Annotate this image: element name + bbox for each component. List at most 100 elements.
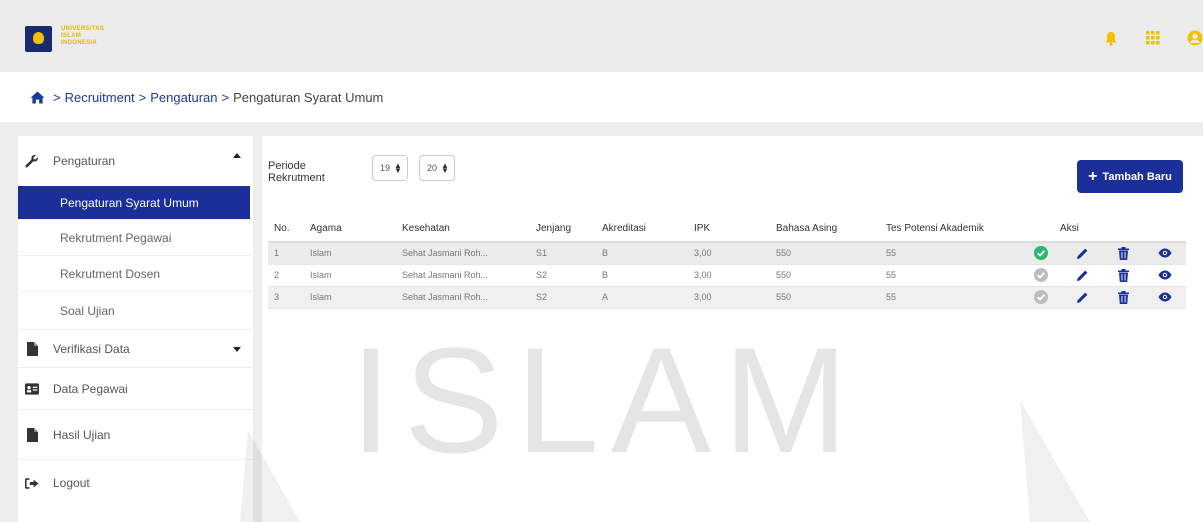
breadcrumb-separator: > <box>53 89 61 105</box>
view-eye-icon[interactable] <box>1158 246 1172 260</box>
breadcrumb-current: Pengaturan Syarat Umum <box>233 89 384 105</box>
sidebar-item-hasil-ujian[interactable]: Hasil Ujian <box>18 410 253 460</box>
cell-jenjang: S2 <box>530 264 596 287</box>
breadcrumb: > Recruitment > Pengaturan > Pengaturan … <box>0 72 1203 122</box>
cell-kesehatan: Sehat Jasmani Roh... <box>396 286 530 309</box>
user-icon[interactable] <box>1187 30 1203 46</box>
period-label-line: Rekrutment <box>268 172 325 184</box>
cell-tes-potensi: 55 <box>880 264 1020 287</box>
col-aksi: Aksi <box>1020 216 1186 243</box>
cell-jenjang: S1 <box>530 242 596 265</box>
delete-trash-icon[interactable] <box>1117 290 1131 304</box>
bell-icon[interactable] <box>1103 30 1119 46</box>
cell-bahasa-asing: 550 <box>770 286 880 309</box>
view-eye-icon[interactable] <box>1158 268 1172 282</box>
table-row: 3 Islam Sehat Jasmani Roh... S2 A 3,00 550 55 <box>268 286 1186 309</box>
cell-actions <box>1020 286 1186 309</box>
sidebar: Pengaturan Pengaturan Syarat Umum Rekrut… <box>18 136 253 522</box>
sidebar-item-data-pegawai[interactable]: Data Pegawai <box>18 368 253 410</box>
delete-trash-icon[interactable] <box>1117 268 1131 282</box>
col-agama: Agama <box>304 216 396 243</box>
col-no: No. <box>268 216 304 243</box>
logo-line: INDONESIA <box>61 40 98 46</box>
sidebar-item-label: Pengaturan <box>53 154 116 168</box>
sidebar-subitem-rekrutment-pegawai[interactable]: Rekrutment Pegawai <box>18 220 253 256</box>
cell-actions <box>1020 242 1186 265</box>
up-down-icon[interactable]: ▲ ▼ <box>441 162 449 175</box>
period-to-value: 20 <box>427 163 438 173</box>
sidebar-subitem-soal-ujian[interactable]: Soal Ujian <box>18 292 253 330</box>
col-kesehatan: Kesehatan <box>396 216 530 243</box>
cell-no: 3 <box>268 286 304 309</box>
top-header: UNIVERSITAS ISLAM INDONESIA <box>0 0 1203 72</box>
sidebar-item-pengaturan[interactable]: Pengaturan <box>18 136 253 186</box>
col-akreditasi: Akreditasi <box>596 216 688 243</box>
plus-icon: + <box>1088 167 1098 185</box>
sidebar-item-label: Logout <box>53 476 90 490</box>
cell-ipk: 3,00 <box>688 242 770 265</box>
status-check-icon[interactable] <box>1034 268 1048 282</box>
caret-up-icon[interactable] <box>233 153 241 158</box>
col-bahasa-asing: Bahasa Asing <box>770 216 880 243</box>
breadcrumb-separator: > <box>138 89 147 105</box>
edit-pencil-icon[interactable] <box>1075 290 1089 304</box>
sidebar-item-verifikasi-data[interactable]: Verifikasi Data <box>18 330 253 368</box>
wrench-icon <box>25 154 39 168</box>
cell-kesehatan: Sehat Jasmani Roh... <box>396 264 530 287</box>
header-icons <box>1077 30 1203 46</box>
cell-ipk: 3,00 <box>688 286 770 309</box>
period-from-stepper[interactable]: 19 ▲ ▼ <box>372 155 408 181</box>
sidebar-item-label: Verifikasi Data <box>53 341 130 356</box>
sidebar-item-logout[interactable]: Logout <box>18 460 253 506</box>
period-label: Periode Rekrutment <box>268 160 325 184</box>
cell-tes-potensi: 55 <box>880 286 1020 309</box>
university-logo[interactable]: UNIVERSITAS ISLAM INDONESIA <box>25 26 121 52</box>
sidebar-item-label: Hasil Ujian <box>53 427 111 442</box>
document-icon <box>25 341 39 356</box>
up-down-icon[interactable]: ▲ ▼ <box>394 162 402 175</box>
grid-icon[interactable] <box>1145 30 1161 46</box>
logo-emblem-icon <box>25 26 52 52</box>
logo-line: UNIVERSITAS <box>61 26 105 32</box>
logout-icon <box>25 476 39 490</box>
cell-akreditasi: B <box>596 242 688 265</box>
cell-jenjang: S2 <box>530 286 596 309</box>
edit-pencil-icon[interactable] <box>1075 268 1089 282</box>
status-check-icon[interactable] <box>1034 246 1048 261</box>
status-check-icon[interactable] <box>1034 290 1048 304</box>
breadcrumb-separator: > <box>221 89 230 105</box>
cell-ipk: 3,00 <box>688 264 770 287</box>
cell-actions <box>1020 264 1186 287</box>
logo-text: UNIVERSITAS ISLAM INDONESIA <box>61 26 121 47</box>
delete-trash-icon[interactable] <box>1117 246 1131 260</box>
home-icon[interactable] <box>30 91 45 104</box>
table-header-row: No. Agama Kesehatan Jenjang Akreditasi I… <box>268 216 1186 243</box>
breadcrumb-recruitment[interactable]: Recruitment <box>65 90 135 105</box>
cell-no: 1 <box>268 242 304 265</box>
cell-akreditasi: B <box>596 264 688 287</box>
sidebar-item-label: Data Pegawai <box>53 381 128 396</box>
sidebar-subitem-pengaturan-syarat-umum[interactable]: Pengaturan Syarat Umum <box>18 186 250 220</box>
edit-pencil-icon[interactable] <box>1075 246 1089 260</box>
main-panel: Periode Rekrutment 19 ▲ ▼ 20 ▲ ▼ + Tambah … <box>262 136 1203 522</box>
cell-no: 2 <box>268 264 304 287</box>
add-new-button[interactable]: + Tambah Baru <box>1077 160 1183 193</box>
add-new-label: Tambah Baru <box>1102 170 1172 183</box>
view-eye-icon[interactable] <box>1158 290 1172 304</box>
breadcrumb-pengaturan[interactable]: Pengaturan <box>150 90 217 105</box>
table-row: 1 Islam Sehat Jasmani Roh... S1 B 3,00 550 55 <box>268 242 1186 265</box>
cell-akreditasi: A <box>596 286 688 309</box>
cell-agama: Islam <box>304 264 396 287</box>
sidebar-subitem-rekrutment-dosen[interactable]: Rekrutment Dosen <box>18 256 253 292</box>
logo-line: ISLAM <box>61 33 82 39</box>
cell-tes-potensi: 55 <box>880 242 1020 265</box>
col-tes-potensi: Tes Potensi Akademik <box>880 216 1020 243</box>
col-jenjang: Jenjang <box>530 216 596 243</box>
id-card-icon <box>25 382 39 396</box>
cell-bahasa-asing: 550 <box>770 264 880 287</box>
col-ipk: IPK <box>688 216 770 243</box>
period-to-stepper[interactable]: 20 ▲ ▼ <box>419 155 455 181</box>
cell-kesehatan: Sehat Jasmani Roh... <box>396 242 530 265</box>
requirements-table: No. Agama Kesehatan Jenjang Akreditasi I… <box>268 216 1186 309</box>
caret-down-icon[interactable] <box>233 347 241 352</box>
